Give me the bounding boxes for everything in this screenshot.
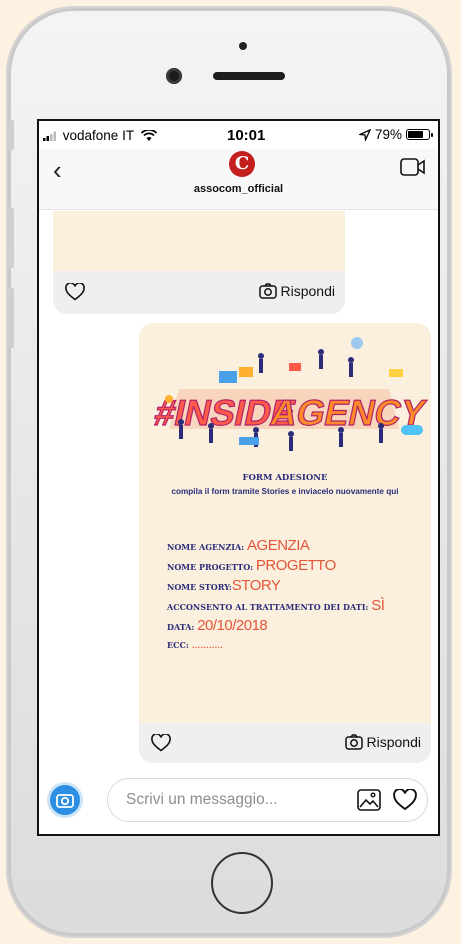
form-subtitle: compila il form tramite Stories e inviac… xyxy=(171,487,399,496)
battery-icon xyxy=(406,129,433,140)
field-label: ECC: xyxy=(167,640,189,650)
reply-label: Rispondi xyxy=(366,734,421,750)
avatar-letter: C xyxy=(234,153,250,174)
previous-message-actions: Rispondi xyxy=(53,271,345,314)
message-input[interactable] xyxy=(124,790,318,810)
field-label: NOME STORY: xyxy=(167,582,232,592)
gallery-icon[interactable] xyxy=(357,789,381,811)
mute-switch xyxy=(8,120,14,150)
carrier-info: vodafone IT xyxy=(43,128,157,143)
camera-outline-icon xyxy=(258,283,277,299)
field-value: 20/10/2018 xyxy=(197,617,268,634)
reply-button[interactable]: Rispondi xyxy=(344,734,421,750)
story-image-message[interactable]: #INSIDE AGENCY FORM ADESIONE compila il … xyxy=(139,323,431,723)
home-button[interactable] xyxy=(211,852,273,914)
field-value: SÌ xyxy=(371,597,385,614)
form-field-agency: NOME AGENZIA: AGENZIA xyxy=(167,537,310,554)
story-message-actions: Rispondi xyxy=(139,723,431,763)
chat-header: ‹ C assocom_official xyxy=(39,149,438,210)
screen: vodafone IT 10:01 79% ‹ C assocom_offici… xyxy=(37,119,440,836)
form-title: FORM ADESIONE xyxy=(242,473,328,483)
field-value: AGENZIA xyxy=(247,537,310,554)
like-heart-icon[interactable] xyxy=(393,789,417,811)
form-field-project: NOME PROGETTO: PROGETTO xyxy=(167,557,336,574)
form-field-story: NOME STORY:STORY xyxy=(167,577,281,594)
status-bar: vodafone IT 10:01 79% xyxy=(39,121,438,149)
field-value: ........... xyxy=(191,637,224,651)
video-call-icon[interactable] xyxy=(400,157,426,177)
battery-fill xyxy=(408,131,423,138)
form-field-date: DATA: 20/10/2018 xyxy=(167,617,268,634)
isometric-city-logo: #INSIDE AGENCY xyxy=(150,389,430,434)
status-right: 79% xyxy=(358,127,433,142)
form-field-consent: ACCONSENTO AL TRATTAMENTO DEI DATI: SÌ xyxy=(167,597,385,614)
message-composer xyxy=(39,774,438,834)
camera-outline-icon xyxy=(344,734,363,750)
clock: 10:01 xyxy=(227,127,266,144)
message-input-container xyxy=(107,778,428,822)
message-thread: Rispondi #INSIDE AGENCY FORM ADESIONE co… xyxy=(39,211,438,774)
volume-down-button xyxy=(8,288,14,348)
heart-icon[interactable] xyxy=(151,734,171,752)
heart-icon[interactable] xyxy=(65,283,85,301)
back-chevron-icon[interactable]: ‹ xyxy=(53,155,62,186)
front-camera xyxy=(166,68,182,84)
insideagency-illustration: #INSIDE AGENCY xyxy=(150,337,430,451)
camera-icon xyxy=(56,794,74,808)
volume-up-button xyxy=(8,208,14,268)
reply-button[interactable]: Rispondi xyxy=(258,283,335,299)
field-value: PROGETTO xyxy=(255,557,336,574)
location-arrow-icon xyxy=(358,128,371,141)
field-label: NOME AGENZIA: xyxy=(167,542,245,552)
camera-button[interactable] xyxy=(47,782,83,818)
battery-percent: 79% xyxy=(374,127,402,142)
wifi-icon xyxy=(140,129,157,142)
reply-label: Rispondi xyxy=(280,283,335,299)
proximity-sensor xyxy=(239,42,247,50)
username[interactable]: assocom_official xyxy=(39,183,438,195)
form-field-ecc: ECC: ........... xyxy=(167,637,223,651)
carrier-name: vodafone IT xyxy=(62,128,134,143)
profile-avatar[interactable]: C xyxy=(229,151,255,177)
field-label: ACCONSENTO AL TRATTAMENTO DEI DATI: xyxy=(167,602,369,612)
field-value: STORY xyxy=(231,577,281,594)
field-label: DATA: xyxy=(167,622,195,632)
signal-icon xyxy=(43,131,56,142)
earpiece-speaker xyxy=(213,72,285,80)
field-label: NOME PROGETTO: xyxy=(167,562,254,572)
